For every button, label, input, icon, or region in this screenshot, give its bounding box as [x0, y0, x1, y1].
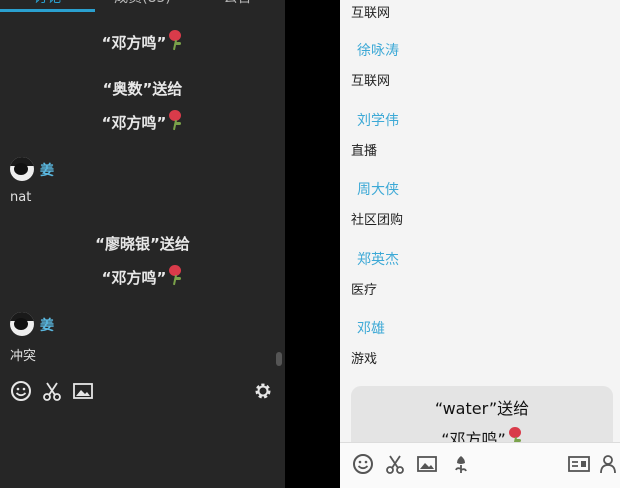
- message-username[interactable]: 周大侠: [357, 179, 399, 199]
- image-icon[interactable]: [72, 380, 94, 402]
- right-chat-panel: 互联网 徐咏涛 互联网 刘学伟 直播 周大侠 社区团购 郑英杰 医疗 邓雄 游戏…: [340, 0, 620, 488]
- message-username[interactable]: 姜: [40, 315, 54, 335]
- gift-sender: “廖晓银”送给: [95, 235, 190, 253]
- gift-sender: “奥数”送给: [102, 80, 183, 98]
- message-text: 冲突: [10, 349, 37, 364]
- message-username[interactable]: 郑英杰: [357, 249, 399, 269]
- tab-members[interactable]: 成员(85): [95, 0, 190, 18]
- rose-icon: [167, 265, 183, 286]
- emoji-icon[interactable]: [10, 380, 32, 402]
- gift-sender: “water”送给: [434, 399, 530, 418]
- gift-recipient: “邓方鸣”: [101, 269, 167, 287]
- message-text: 医疗: [351, 283, 378, 298]
- gift-message: “邓方鸣”: [0, 110, 285, 133]
- message-username[interactable]: 刘学伟: [357, 110, 399, 130]
- tab-bar: 讨论 成员(85) 公告: [0, 0, 285, 24]
- message-username[interactable]: 邓雄: [357, 318, 385, 338]
- left-chat-panel: 讨论 成员(85) 公告 “邓方鸣” “奥数”送给 “邓方鸣” 姜 nat “廖…: [0, 0, 285, 488]
- emoji-icon[interactable]: [352, 453, 374, 475]
- scissors-icon[interactable]: [41, 380, 63, 402]
- gift-message: “邓方鸣”: [0, 265, 285, 288]
- tab-announcement[interactable]: 公告: [190, 0, 285, 18]
- message-text: nat: [10, 190, 32, 205]
- avatar[interactable]: [10, 157, 34, 181]
- message-text: 社区团购: [351, 213, 404, 228]
- settings-gear-icon[interactable]: [252, 380, 274, 402]
- user-icon[interactable]: [598, 453, 620, 475]
- input-toolbar: [340, 442, 620, 488]
- active-tab-indicator: [0, 9, 95, 12]
- image-icon[interactable]: [416, 453, 438, 475]
- message-text: 游戏: [351, 352, 378, 367]
- message-username[interactable]: 姜: [40, 160, 54, 180]
- scrollbar-thumb[interactable]: [276, 352, 282, 366]
- member-card-icon[interactable]: [568, 453, 590, 475]
- rose-icon: [167, 110, 183, 131]
- avatar[interactable]: [10, 312, 34, 336]
- message-text: 互联网: [351, 74, 391, 89]
- message-username[interactable]: 徐咏涛: [357, 40, 399, 60]
- message-text: 直播: [351, 144, 378, 159]
- flower-icon[interactable]: [450, 453, 472, 475]
- gift-recipient: “邓方鸣”: [101, 34, 167, 52]
- rose-icon: [167, 30, 183, 51]
- gift-message: “邓方鸣”: [0, 30, 285, 53]
- scissors-icon[interactable]: [384, 453, 406, 475]
- message-text: 互联网: [351, 6, 391, 21]
- gift-recipient: “邓方鸣”: [101, 114, 167, 132]
